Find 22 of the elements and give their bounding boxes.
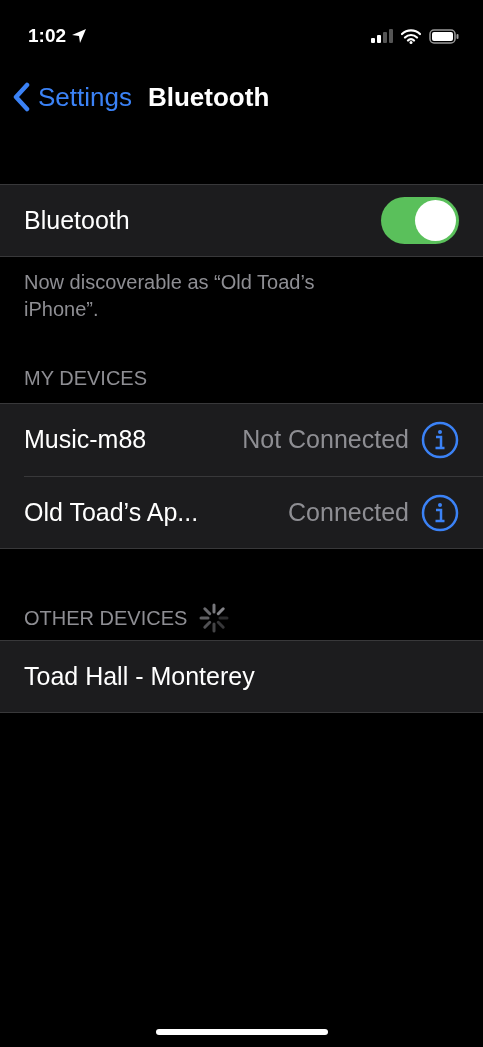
signal-icon [371,29,393,43]
connection-status: Connected [288,496,409,528]
battery-icon [429,28,459,44]
section-header: MY DEVICES [24,366,147,391]
device-row[interactable]: Music-m88 Not Connected [24,404,483,476]
wifi-icon [401,28,421,44]
location-arrow-icon [70,27,89,45]
back-chevron-icon [12,82,30,112]
bluetooth-label: Bluetooth [24,204,130,236]
bluetooth-toggle[interactable] [381,197,459,244]
device-name: Music-m88 [24,424,147,456]
device-row[interactable]: Old Toad’s Ap... Connected [24,476,483,548]
status-time: 1:02 [28,23,67,48]
section-header: OTHER DEVICES [24,606,188,631]
info-icon[interactable] [421,493,459,532]
discoverable-note: Now discoverable as “Old Toad’s iPhone”. [23,270,316,322]
back-button[interactable]: Settings [12,77,132,117]
page-title: Bluetooth [147,80,270,114]
info-icon[interactable] [421,421,459,459]
device-name: Toad Hall - Monterey [24,660,255,692]
connection-status: Not Connected [242,424,409,456]
device-name: Old Toad’s Ap... [24,496,199,528]
